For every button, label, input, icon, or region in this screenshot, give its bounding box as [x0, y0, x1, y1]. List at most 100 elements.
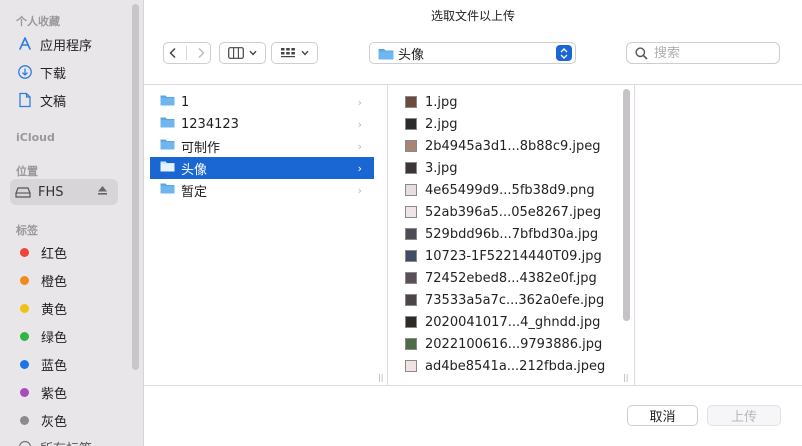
folder-name: 1: [181, 94, 190, 110]
file-row[interactable]: 73533a5a7c...362a0efe.jpg: [405, 289, 604, 311]
sidebar-item-label: FHS: [38, 184, 64, 200]
red-tag-dot-icon: [20, 247, 29, 257]
folder-row[interactable]: 1234123 ›: [150, 113, 374, 135]
folder-icon: [378, 47, 394, 60]
image-thumbnail-icon: [405, 338, 417, 350]
folder-icon: [160, 182, 175, 198]
file-name: 52ab396a5...05e8267.jpeg: [425, 204, 602, 220]
back-forward-group: [163, 42, 211, 64]
blue-tag-dot-icon: [20, 359, 29, 369]
file-row[interactable]: 2.jpg: [405, 113, 458, 135]
sidebar: 个人收藏 应用程序 下载 文稿 iCloud 位置 FHS 标签 红色 橙色 黄…: [0, 0, 144, 446]
tag-yellow[interactable]: 黄色: [12, 295, 130, 321]
column-view-icon: [228, 47, 244, 59]
file-name: 72452ebed8...4382e0f.jpg: [425, 270, 597, 286]
file-name: 2020041017...4_ghndd.jpg: [425, 314, 601, 330]
search-field[interactable]: [626, 42, 780, 64]
path-popup[interactable]: 头像: [369, 42, 576, 64]
tag-gray[interactable]: 灰色: [12, 407, 130, 433]
path-label: 头像: [398, 47, 425, 63]
tag-label: 紫色: [41, 386, 68, 402]
file-name: 3.jpg: [425, 160, 458, 176]
eject-icon[interactable]: [97, 185, 108, 200]
sidebar-item-downloads[interactable]: 下载: [12, 59, 130, 85]
file-row[interactable]: 52ab396a5...05e8267.jpeg: [405, 201, 601, 223]
folder-icon: [160, 138, 175, 154]
tags-section-title: 标签: [16, 224, 38, 237]
view-mode-button[interactable]: [219, 42, 266, 64]
image-thumbnail-icon: [405, 360, 417, 372]
folder-row[interactable]: 可制作 ›: [150, 135, 374, 157]
image-thumbnail-icon: [405, 294, 417, 306]
file-column-scrollbar[interactable]: [623, 89, 630, 321]
folder-row[interactable]: 暂定 ›: [150, 179, 374, 201]
yellow-tag-dot-icon: [20, 303, 29, 313]
image-thumbnail-icon: [405, 118, 417, 130]
file-name: 2b4945a3d1...8b88c9.jpeg: [425, 138, 601, 154]
group-by-button[interactable]: [271, 42, 318, 64]
sidebar-item-label: 文稿: [40, 94, 67, 110]
file-row[interactable]: 4e65499d9...5fb38d9.png: [405, 179, 595, 201]
icloud-section-title[interactable]: iCloud: [16, 131, 55, 144]
sidebar-item-label: 应用程序: [40, 38, 93, 54]
file-row[interactable]: 3.jpg: [405, 157, 458, 179]
image-thumbnail-icon: [405, 162, 417, 174]
file-row[interactable]: 2b4945a3d1...8b88c9.jpeg: [405, 135, 601, 157]
favorites-section-title: 个人收藏: [16, 15, 60, 28]
cancel-button[interactable]: 取消: [627, 405, 698, 426]
file-name: 529bdd96b...7bfbd30a.jpg: [425, 226, 599, 242]
file-name: ad4be8541a...212fbda.jpeg: [425, 358, 606, 374]
column-resize-handle[interactable]: ||: [623, 373, 628, 382]
file-row[interactable]: ad4be8541a...212fbda.jpeg: [405, 355, 605, 377]
sidebar-item-fhs[interactable]: FHS: [10, 179, 118, 205]
folder-icon: [160, 160, 175, 176]
tag-label: 蓝色: [41, 358, 68, 374]
sidebar-item-label: 下载: [40, 66, 67, 82]
file-row[interactable]: 1.jpg: [405, 91, 458, 113]
tag-label: 所有标签: [40, 438, 92, 446]
tag-label: 红色: [41, 246, 68, 262]
tag-all[interactable]: 所有标签: [12, 434, 130, 446]
file-row[interactable]: 2020041017...4_ghndd.jpg: [405, 311, 600, 333]
search-input[interactable]: [654, 45, 764, 61]
file-name: 73533a5a7c...362a0efe.jpg: [425, 292, 605, 308]
search-icon: [635, 46, 648, 60]
sidebar-item-applications[interactable]: 应用程序: [12, 31, 130, 57]
tag-blue[interactable]: 蓝色: [12, 351, 130, 377]
locations-section-title: 位置: [16, 165, 38, 178]
grid-view-icon: [280, 47, 296, 59]
image-thumbnail-icon: [405, 228, 417, 240]
file-row[interactable]: 10723-1F52214440T09.jpg: [405, 245, 602, 267]
file-row[interactable]: 529bdd96b...7bfbd30a.jpg: [405, 223, 598, 245]
folder-row[interactable]: 1 ›: [150, 91, 374, 113]
folder-row-selected[interactable]: 头像 ›: [150, 157, 374, 179]
tag-label: 黄色: [41, 302, 68, 318]
folder-name: 1234123: [181, 116, 239, 132]
folder-column: 1 › 1234123 › 可制作 › 头像 › 暂定 › ||: [144, 85, 383, 385]
tag-orange[interactable]: 橙色: [12, 267, 130, 293]
tag-purple[interactable]: 紫色: [12, 379, 130, 405]
chevron-right-icon[interactable]: [196, 47, 206, 59]
chevron-right-icon: ›: [357, 139, 362, 153]
file-row[interactable]: 2022100616...9793886.jpg: [405, 333, 602, 355]
tag-red[interactable]: 红色: [12, 239, 130, 265]
tag-label: 绿色: [41, 330, 68, 346]
gray-tag-dot-icon: [20, 415, 29, 425]
sidebar-scrollbar[interactable]: [132, 4, 139, 370]
sidebar-item-documents[interactable]: 文稿: [12, 87, 130, 113]
folder-icon: [160, 116, 175, 132]
chevron-left-icon[interactable]: [168, 47, 178, 59]
chevron-right-icon: ›: [357, 95, 362, 109]
image-thumbnail-icon: [405, 140, 417, 152]
file-column: 1.jpg 2.jpg 2b4945a3d1...8b88c9.jpeg 3.j…: [389, 85, 634, 385]
file-row[interactable]: 72452ebed8...4382e0f.jpg: [405, 267, 597, 289]
file-name: 2.jpg: [425, 116, 458, 132]
chevron-right-icon: ›: [357, 161, 362, 175]
upload-button[interactable]: 上传: [707, 405, 781, 426]
tag-label: 灰色: [41, 414, 68, 430]
tag-green[interactable]: 绿色: [12, 323, 130, 349]
chevron-down-icon: [301, 50, 309, 56]
column-resize-handle[interactable]: ||: [378, 373, 383, 382]
drive-icon: [14, 183, 32, 201]
all-tags-icon: [16, 438, 34, 446]
